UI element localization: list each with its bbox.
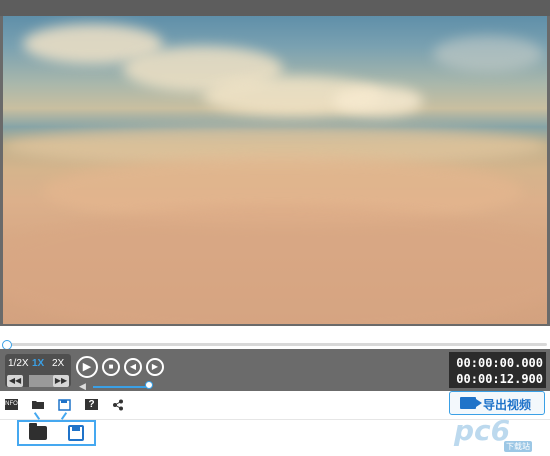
video-preview[interactable] — [3, 16, 547, 324]
zoom-callout — [17, 420, 96, 446]
volume-slider[interactable] — [93, 386, 151, 388]
save-icon[interactable] — [58, 399, 71, 411]
time-display: 00:00:00.000 00:00:12.900 — [449, 352, 546, 388]
speed-selector: 1/2X 1X 2X ◀◀ ▶▶ — [5, 354, 71, 387]
window-top-bar — [0, 0, 550, 16]
previous-frame-icon[interactable]: ◀ — [124, 358, 142, 376]
play-icon[interactable]: ▶ — [76, 356, 98, 378]
watermark-subtext: 下载站 — [504, 441, 532, 452]
speed-half-button[interactable]: 1/2X — [8, 358, 29, 369]
share-icon[interactable] — [111, 399, 124, 411]
volume-handle[interactable] — [145, 381, 153, 389]
video-frame — [0, 16, 550, 326]
speed-1x-button[interactable]: 1X — [32, 358, 44, 369]
playback-control-bar: 1/2X 1X 2X ◀◀ ▶▶ ▶ ■ ◀ ▶ ◀ 00:00:00.000 … — [0, 349, 550, 391]
timeline-progress-bar[interactable] — [2, 340, 547, 350]
export-icon — [460, 397, 482, 409]
current-time: 00:00:00.000 — [456, 356, 543, 370]
export-video-button[interactable]: 导出视频 — [449, 391, 545, 415]
slow-down-icon[interactable]: ◀◀ — [7, 375, 23, 387]
next-frame-icon[interactable]: ▶ — [146, 358, 164, 376]
total-duration: 00:00:12.900 — [456, 372, 543, 386]
watermark-logo: pc6 下载站 — [452, 414, 548, 456]
cloud-shape — [333, 86, 423, 116]
video-info-icon[interactable]: NFO — [5, 399, 18, 410]
open-folder-icon — [29, 423, 47, 440]
cloud-shape — [3, 206, 547, 324]
help-icon[interactable]: ? — [85, 399, 98, 410]
stop-icon[interactable]: ■ — [102, 358, 120, 376]
watermark-text: pc6 — [454, 414, 511, 447]
save-icon — [68, 425, 84, 441]
speed-up-icon[interactable]: ▶▶ — [53, 375, 69, 387]
speed-2x-button[interactable]: 2X — [52, 358, 64, 369]
cloud-shape — [433, 36, 543, 72]
export-video-label: 导出视频 — [483, 398, 532, 412]
open-folder-icon[interactable] — [32, 399, 45, 410]
